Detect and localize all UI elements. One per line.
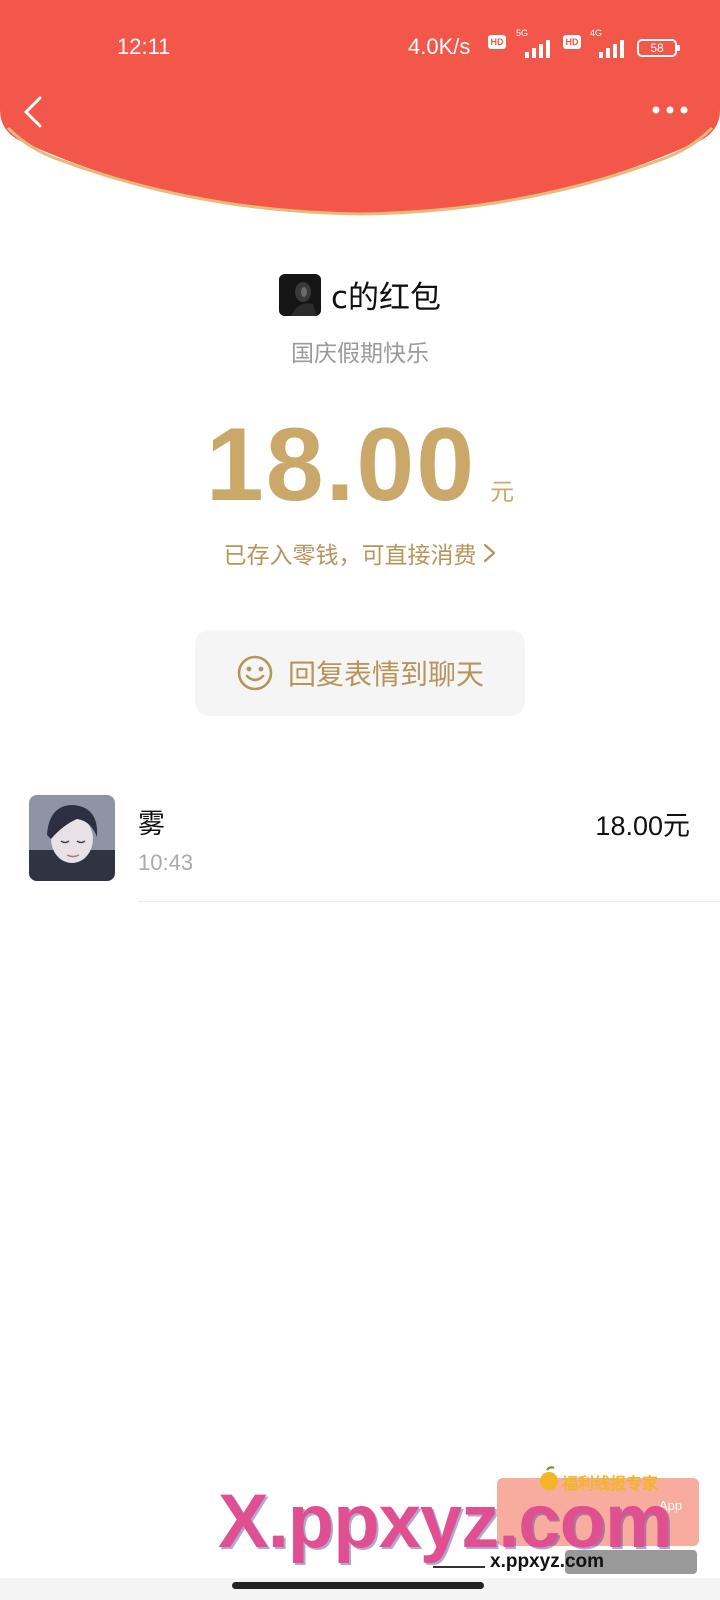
signal-icon — [599, 40, 624, 58]
amount-value: 18.00 — [205, 407, 477, 523]
more-dots-icon — [652, 106, 688, 114]
chevron-right-icon — [483, 543, 495, 563]
deposit-link[interactable]: 已存入零钱，可直接消费 — [0, 536, 720, 570]
status-time: 12:11 — [117, 34, 171, 59]
divider — [138, 901, 720, 902]
reply-button-label: 回复表情到聊天 — [287, 658, 484, 691]
receiver-avatar[interactable] — [29, 795, 115, 881]
amount-display: 18.00 元 — [0, 407, 720, 525]
more-button[interactable] — [650, 96, 690, 124]
status-bar: 12:11 4.0K/s HD 5G HD 4G 58 — [0, 28, 720, 70]
sender-row: c的红包 — [0, 272, 720, 316]
amount-unit: 元 — [490, 478, 515, 506]
signal-icon — [525, 40, 550, 58]
receiver-list-item[interactable]: 雾 10:43 18.00元 — [0, 790, 720, 902]
battery-indicator: 58 — [637, 39, 680, 57]
packet-title: c的红包 — [330, 280, 442, 316]
receiver-amount: 18.00元 — [595, 811, 690, 841]
chevron-left-icon — [24, 96, 42, 128]
avatar-image — [29, 795, 115, 881]
hd-badge: HD — [563, 35, 581, 49]
receiver-name: 雾 — [138, 809, 165, 840]
smiley-icon — [237, 655, 273, 691]
sender-avatar[interactable] — [278, 273, 321, 316]
back-button[interactable] — [18, 92, 58, 132]
divider — [433, 1566, 485, 1568]
receive-time: 10:43 — [138, 850, 194, 875]
reply-with-sticker-button[interactable]: 回复表情到聊天 — [195, 630, 525, 716]
avatar-image — [278, 273, 321, 316]
watermark-url: x.ppxyz.com — [490, 1551, 605, 1572]
blessing-text: 国庆假期快乐 — [291, 341, 429, 367]
hd-badge: HD — [488, 35, 506, 49]
deposit-note: 已存入零钱，可直接消费 — [223, 543, 477, 569]
home-indicator[interactable] — [232, 1582, 484, 1589]
network-speed: 4.0K/s — [408, 34, 471, 59]
